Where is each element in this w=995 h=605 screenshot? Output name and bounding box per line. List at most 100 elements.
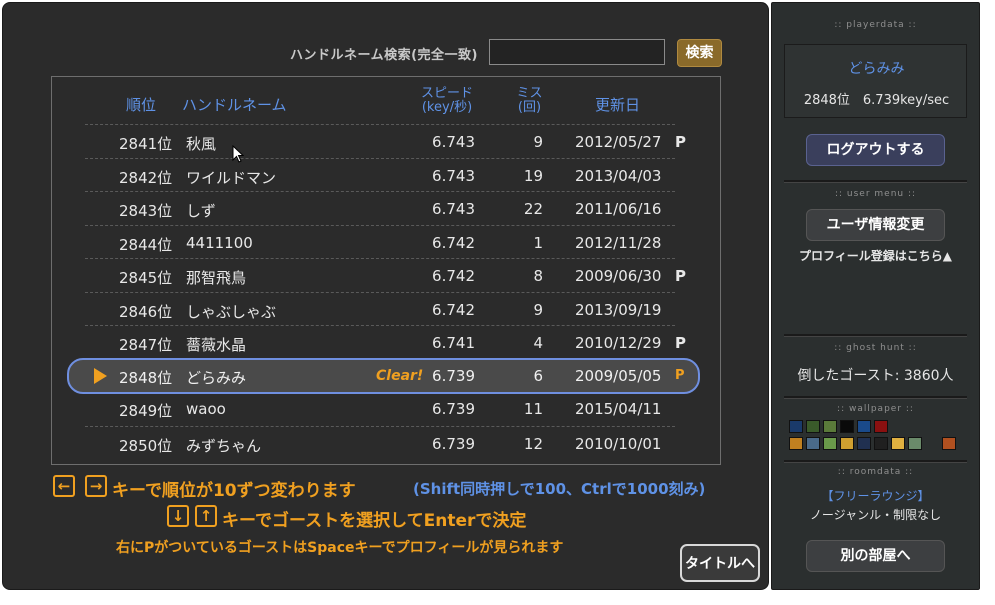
row-miss: 1 (533, 234, 543, 252)
header-rank: 順位 (126, 96, 157, 114)
row-date: 2009/06/30 (575, 267, 662, 285)
title-button[interactable]: タイトルへ (680, 544, 760, 582)
wallpaper-thumb[interactable] (789, 420, 803, 433)
usermenu-title: :: user menu :: (834, 189, 917, 199)
table-row[interactable]: 2850位 みずちゃん 6.739 12 2010/10/01 (85, 426, 675, 460)
row-speed: 6.739 (432, 367, 475, 385)
wallpaper-thumb[interactable] (823, 420, 837, 433)
search-label: ハンドルネーム検索(完全一致) (290, 48, 478, 63)
row-speed: 6.742 (432, 234, 475, 252)
ranking-panel: ハンドルネーム検索(完全一致) 検索 順位 ハンドルネーム スピード (key/… (2, 2, 769, 590)
wallpaper-thumb[interactable] (789, 437, 803, 450)
search-input[interactable] (489, 39, 665, 65)
wallpaper-thumb[interactable] (942, 437, 956, 450)
row-miss: 8 (533, 267, 543, 285)
ghost-count: 倒したゴースト: 3860人 (797, 368, 954, 384)
row-miss: 4 (533, 334, 543, 352)
row-rank: 2841位 (119, 135, 173, 153)
wallpaper-thumb[interactable] (806, 420, 820, 433)
help-line-2: キーでゴーストを選択してEnterで決定 (222, 511, 527, 531)
divider (784, 334, 967, 337)
playerdata-title: :: playerdata :: (834, 20, 917, 30)
row-rank: 2845位 (119, 269, 173, 287)
profile-badge: P (675, 267, 686, 285)
help-line-1-sub: (Shift同時押しで100、Ctrlで1000刻み) (413, 480, 706, 498)
table-row[interactable]: 2847位 薔薇水晶 6.741 4 2010/12/29 P (85, 325, 686, 359)
row-rank: 2848位 (119, 369, 173, 387)
row-date: 2012/11/28 (575, 234, 662, 252)
table-row[interactable]: 2845位 那智飛鳥 6.742 8 2009/06/30 P (85, 258, 686, 292)
table-row[interactable]: 2843位 しず 6.743 22 2011/06/16 (85, 191, 675, 225)
row-name: しゃぶしゃぶ (186, 303, 277, 321)
row-speed: 6.742 (432, 267, 475, 285)
left-arrow-key-icon: ← (53, 475, 75, 497)
player-stat: 2848位 6.739key/sec (803, 93, 950, 108)
row-name: 薔薇水晶 (186, 336, 247, 354)
player-name: どらみみ (848, 61, 905, 77)
row-speed: 6.739 (432, 435, 475, 453)
profile-badge: P (675, 133, 686, 151)
header-miss-line2: (回) (517, 100, 542, 115)
row-miss: 9 (533, 301, 543, 319)
table-row[interactable]: 2842位 ワイルドマン 6.743 19 2013/04/03 (85, 158, 675, 192)
sidebar: :: playerdata :: どらみみ 2848位 6.739key/sec… (771, 2, 980, 590)
table-row[interactable]: 2846位 しゃぶしゃぶ 6.742 9 2013/09/19 (85, 292, 675, 326)
row-date: 2015/04/11 (575, 400, 662, 418)
room-description: ノージャンル・制限なし (809, 508, 942, 522)
change-room-button[interactable]: 別の部屋へ (806, 540, 945, 572)
wallpaper-thumb[interactable] (857, 437, 871, 450)
wallpaper-thumb[interactable] (840, 420, 854, 433)
help-line-3: 右にPがついているゴーストはSpaceキーでプロフィールが見られます (116, 540, 564, 556)
row-date: 2010/10/01 (575, 435, 662, 453)
row-rank: 2842位 (119, 169, 173, 187)
row-date: 2010/12/29 (575, 334, 662, 352)
selected-row[interactable]: 2848位 どらみみ Clear! 6.739 6 2009/05/05 P (67, 358, 700, 394)
header-speed: スピード (key/秒) (407, 87, 487, 115)
help-line-1: キーで順位が10ずつ変わります (112, 481, 356, 501)
wallpaper-thumb[interactable] (823, 437, 837, 450)
room-name: 【フリーラウンジ】 (821, 489, 930, 503)
profile-badge: P (675, 334, 686, 352)
row-rank: 2849位 (119, 402, 173, 420)
header-speed-line1: スピード (420, 86, 473, 101)
header-name: ハンドルネーム (182, 96, 287, 114)
table-row[interactable]: 2841位 秋風 6.743 9 2012/05/27 P (85, 124, 686, 158)
wallpaper-thumb[interactable] (908, 437, 922, 450)
up-arrow-key-icon: ↑ (195, 505, 217, 527)
row-speed: 6.741 (432, 334, 475, 352)
down-arrow-key-icon: ↓ (167, 505, 189, 527)
ghosthunt-title: :: ghost hunt :: (834, 343, 917, 353)
row-date: 2013/09/19 (575, 301, 662, 319)
wallpaper-thumb[interactable] (874, 420, 888, 433)
table-row[interactable]: 2849位 waoo 6.739 11 2015/04/11 (85, 392, 675, 425)
header-miss: ミス (回) (507, 87, 552, 115)
row-rank: 2844位 (119, 236, 173, 254)
selection-arrow-icon (94, 368, 107, 384)
right-arrow-key-icon: → (85, 475, 107, 497)
search-button[interactable]: 検索 (677, 39, 722, 67)
wallpaper-thumb[interactable] (857, 420, 871, 433)
roomdata-title: :: roomdata :: (837, 467, 914, 477)
user-info-button[interactable]: ユーザ情報変更 (806, 209, 945, 241)
divider (784, 180, 967, 183)
row-date: 2013/04/03 (575, 167, 662, 185)
wallpaper-thumb[interactable] (840, 437, 854, 450)
logout-button[interactable]: ログアウトする (806, 134, 945, 166)
profile-register-link[interactable]: プロフィール登録はこちら▲ (772, 247, 979, 264)
row-name: waoo (186, 400, 226, 418)
row-name: ワイルドマン (186, 169, 277, 187)
row-rank: 2847位 (119, 336, 173, 354)
row-date: 2012/05/27 (575, 133, 662, 151)
wallpaper-thumb[interactable] (874, 437, 888, 450)
row-miss: 19 (523, 167, 543, 185)
row-rank: 2850位 (119, 437, 173, 455)
wallpaper-thumb[interactable] (806, 437, 820, 450)
row-name: みずちゃん (186, 437, 262, 455)
profile-badge: P (675, 368, 685, 383)
table-row[interactable]: 2844位 4411100 6.742 1 2012/11/28 (85, 225, 675, 259)
playerdata-box: どらみみ 2848位 6.739key/sec (784, 44, 967, 118)
row-miss: 9 (533, 133, 543, 151)
wallpaper-thumb[interactable] (891, 437, 905, 450)
row-speed: 6.743 (432, 200, 475, 218)
row-miss: 11 (523, 400, 543, 418)
